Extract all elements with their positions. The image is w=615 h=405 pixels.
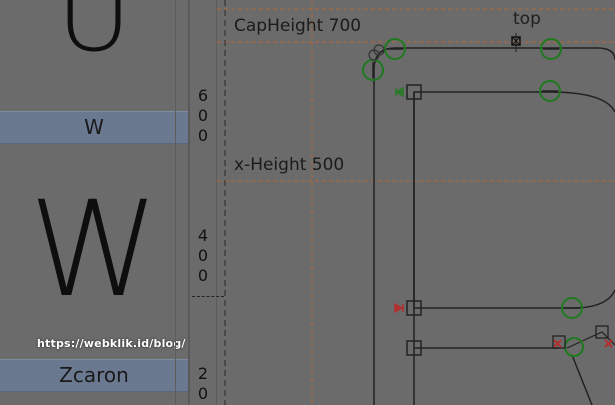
glyph-outline[interactable]	[217, 0, 615, 405]
watermark-url: https://webklik.id/blog/	[37, 337, 186, 350]
selection-x-mark	[604, 339, 613, 348]
ruler-label-600: 6 0 0	[197, 86, 209, 145]
glyph-label-w[interactable]: W	[0, 111, 188, 144]
glyph-editor: U W W https://webklik.id/blog/ Zcaron 6 …	[0, 0, 615, 405]
glyph-list-panel: U W W https://webklik.id/blog/ Zcaron	[0, 0, 188, 405]
glyph-preview-u[interactable]: U	[0, 0, 188, 66]
glyph-label-zcaron[interactable]: Zcaron	[0, 359, 188, 392]
selection-x-mark	[553, 339, 562, 348]
ruler-label-200: 2 0	[197, 364, 209, 403]
start-point-arrow	[394, 302, 404, 314]
panel-divider	[175, 0, 176, 405]
edit-canvas[interactable]: CapHeight 700 x-Height 500 top	[217, 0, 615, 405]
cap-height-label: CapHeight 700	[234, 16, 362, 36]
inner-contour-bottom	[413, 92, 615, 309]
inner-contour-top	[413, 91, 615, 405]
x-height-label: x-Height 500	[234, 155, 345, 175]
vertical-ruler: 6 0 0 4 0 0 2 0	[190, 0, 217, 405]
anchor-top-label[interactable]: top	[513, 9, 541, 29]
node-smooth	[564, 337, 584, 357]
glyph-preview-w[interactable]: W	[0, 184, 188, 316]
outer-contour	[373, 47, 615, 405]
start-point-arrow	[394, 86, 404, 98]
diagonal-contour	[571, 354, 593, 405]
ruler-label-400: 4 0 0	[197, 226, 209, 285]
